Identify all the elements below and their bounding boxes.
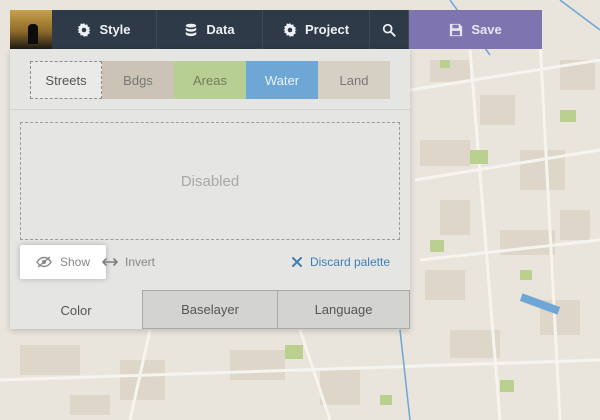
show-button[interactable]: Show	[20, 245, 106, 279]
show-label: Show	[59, 255, 91, 269]
save-label: Save	[471, 22, 502, 37]
search-button[interactable]	[370, 10, 409, 49]
discard-label: Discard palette	[309, 255, 390, 269]
style-label: Style	[99, 22, 131, 37]
tab-water[interactable]: Water	[246, 61, 318, 99]
floppy-disk-icon	[450, 23, 463, 36]
tab-land[interactable]: Land	[318, 61, 390, 99]
gear-icon	[283, 22, 297, 37]
bottom-tabs: Color Baselayer Language	[10, 290, 410, 329]
horizontal-arrows-icon	[102, 258, 118, 266]
layer-tabs: Streets Bdgs Areas Water Land	[30, 61, 390, 99]
panel-divider	[10, 109, 410, 110]
project-thumbnail[interactable]	[10, 10, 52, 49]
database-icon	[186, 23, 197, 36]
main-toolbar: Style Data Project Save	[10, 10, 543, 49]
color-preview-area: Disabled	[20, 122, 400, 240]
project-label: Project	[304, 22, 350, 37]
tab-streets[interactable]: Streets	[30, 61, 102, 99]
style-panel: Streets Bdgs Areas Water Land Disabled S…	[10, 49, 410, 329]
data-label: Data	[206, 22, 235, 37]
eye-slash-icon	[36, 256, 52, 268]
save-button[interactable]: Save	[409, 10, 542, 49]
style-button[interactable]: Style	[52, 10, 157, 49]
invert-label: Invert	[125, 255, 156, 269]
search-icon	[382, 23, 396, 37]
tab-language[interactable]: Language	[277, 290, 410, 329]
tab-areas[interactable]: Areas	[174, 61, 246, 99]
invert-button[interactable]: Invert	[102, 245, 155, 279]
gear-icon	[77, 22, 92, 37]
data-button[interactable]: Data	[157, 10, 263, 49]
tab-color[interactable]: Color	[10, 290, 142, 329]
preview-status: Disabled	[180, 172, 240, 190]
tab-baselayer[interactable]: Baselayer	[142, 290, 277, 329]
tab-bdgs[interactable]: Bdgs	[102, 61, 174, 99]
discard-palette-button[interactable]: Discard palette	[291, 245, 390, 279]
close-icon	[291, 257, 302, 267]
project-button[interactable]: Project	[263, 10, 370, 49]
